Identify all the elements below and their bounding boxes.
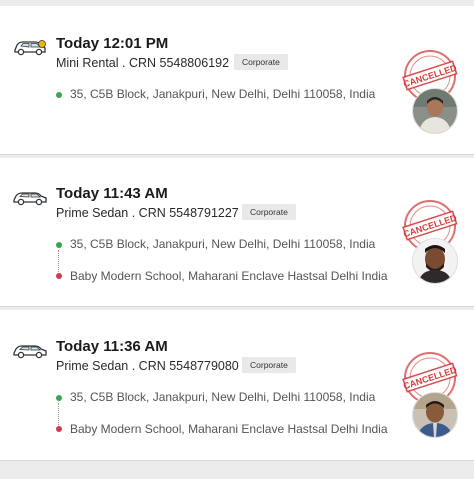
drop-address: Baby Modern School, Maharani Enclave Has… (70, 269, 388, 283)
ride-history-list: Today 12:01 PM Mini Rental . CRN 5548806… (0, 0, 474, 479)
drop-dot (56, 273, 62, 279)
driver-avatar (412, 238, 458, 284)
route-line (58, 250, 59, 272)
ride-card[interactable]: Today 11:43 AM Prime Sedan . CRN 5548791… (0, 158, 474, 306)
pickup-dot (56, 395, 62, 401)
ride-type-crn: Mini Rental . CRN 5548806192 (56, 56, 230, 70)
pickup-dot (56, 242, 62, 248)
corporate-badge: Corporate (242, 357, 296, 373)
ride-time: Today 12:01 PM (56, 35, 169, 52)
pickup-dot (56, 92, 62, 98)
ride-time: Today 11:36 AM (56, 338, 168, 355)
pickup-address: 35, C5B Block, Janakpuri, New Delhi, Del… (70, 87, 376, 101)
ride-time: Today 11:43 AM (56, 185, 168, 202)
corporate-badge: Corporate (242, 204, 296, 220)
driver-avatar (412, 392, 458, 438)
car-icon (13, 345, 47, 359)
ride-card[interactable]: Today 11:36 AM Prime Sedan . CRN 5548779… (0, 310, 474, 460)
car-icon (14, 40, 46, 56)
corporate-badge: Corporate (234, 54, 288, 70)
car-icon (13, 192, 47, 206)
drop-dot (56, 426, 62, 432)
pickup-address: 35, C5B Block, Janakpuri, New Delhi, Del… (70, 390, 376, 404)
route-line (58, 403, 59, 425)
ride-type-crn: Prime Sedan . CRN 5548791227 (56, 206, 239, 220)
ride-card[interactable]: Today 12:01 PM Mini Rental . CRN 5548806… (0, 6, 474, 154)
pickup-address: 35, C5B Block, Janakpuri, New Delhi, Del… (70, 237, 376, 251)
drop-address: Baby Modern School, Maharani Enclave Has… (70, 422, 388, 436)
ride-type-crn: Prime Sedan . CRN 5548779080 (56, 359, 239, 373)
driver-avatar (412, 88, 458, 134)
